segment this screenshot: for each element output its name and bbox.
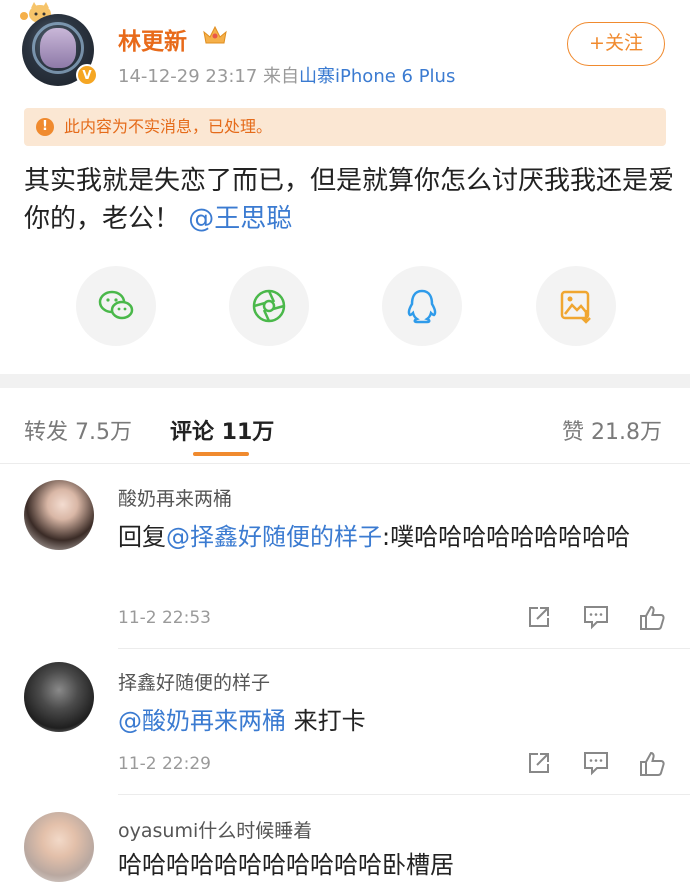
comment-body: 来打卡 bbox=[286, 707, 366, 735]
share-save-image-button[interactable] bbox=[536, 266, 616, 346]
share-qq-button[interactable] bbox=[382, 266, 462, 346]
notice-text: 此内容为不实消息，已处理。 bbox=[64, 117, 273, 136]
section-divider bbox=[0, 374, 690, 388]
comment-mention[interactable]: @酸奶再来两桶 bbox=[118, 707, 286, 735]
comment-divider bbox=[118, 794, 690, 795]
comment-actions bbox=[524, 750, 674, 780]
share-icon[interactable] bbox=[526, 604, 552, 630]
author-name[interactable]: 林更新 bbox=[118, 22, 187, 56]
post-mention[interactable]: @王思聪 bbox=[188, 204, 292, 234]
comment-actions bbox=[524, 604, 674, 634]
tab-repost[interactable]: 转发 7.5万 bbox=[24, 414, 132, 446]
commenter-avatar[interactable] bbox=[24, 662, 94, 732]
comment-text: 哈哈哈哈哈哈哈哈哈哈哈卧槽居 bbox=[118, 846, 658, 884]
post-time: 14-12-29 23:17 bbox=[118, 66, 258, 87]
like-icon[interactable] bbox=[638, 750, 666, 778]
post-text-body: 其实我就是失恋了而已，但是就算你怎么讨厌我我还是爱你的，老公！ bbox=[24, 166, 675, 234]
post-meta: 14-12-29 23:17 来自山寨iPhone 6 Plus bbox=[118, 62, 455, 88]
comment-icon[interactable] bbox=[582, 604, 610, 630]
commenter-name[interactable]: 择鑫好随便的样子 bbox=[118, 668, 270, 695]
share-wechat-button[interactable] bbox=[76, 266, 156, 346]
post-source[interactable]: 山寨iPhone 6 Plus bbox=[299, 66, 455, 87]
post-text: 其实我就是失恋了而已，但是就算你怎么讨厌我我还是爱你的，老公！ @王思聪 bbox=[24, 162, 674, 238]
share-row bbox=[0, 266, 690, 352]
commenter-avatar[interactable] bbox=[24, 480, 94, 550]
commenter-avatar[interactable] bbox=[24, 812, 94, 882]
post-header: V 林更新 14-12-29 23:17 来自山寨iPhone 6 Plus +… bbox=[0, 0, 690, 100]
false-info-notice: ! 此内容为不实消息，已处理。 bbox=[24, 108, 666, 146]
comment-time: 11-2 22:29 bbox=[118, 754, 211, 774]
save-image-icon bbox=[560, 290, 591, 324]
share-moments-button[interactable] bbox=[229, 266, 309, 346]
share-icon[interactable] bbox=[526, 750, 552, 776]
comment-divider bbox=[118, 648, 690, 649]
comment-mention[interactable]: @择鑫好随便的样子 bbox=[166, 523, 382, 551]
crown-icon bbox=[203, 25, 227, 44]
comment-body: :噗哈哈哈哈哈哈哈哈哈 bbox=[382, 523, 631, 551]
wechat-icon bbox=[98, 290, 134, 320]
warning-icon: ! bbox=[36, 118, 54, 136]
tab-like[interactable]: 赞 21.8万 bbox=[562, 414, 662, 446]
comment-text: @酸奶再来两桶 来打卡 bbox=[118, 702, 658, 740]
comment-body: 哈哈哈哈哈哈哈哈哈哈哈卧槽居 bbox=[118, 851, 454, 879]
comment-icon[interactable] bbox=[582, 750, 610, 776]
qq-icon bbox=[407, 289, 437, 324]
commenter-name[interactable]: oyasumi什么时候睡着 bbox=[118, 816, 312, 843]
comment-time: 11-2 22:53 bbox=[118, 608, 211, 628]
active-tab-indicator bbox=[193, 452, 249, 456]
commenter-name[interactable]: 酸奶再来两桶 bbox=[118, 484, 232, 511]
comment-tabs: 转发 7.5万 评论 11万 赞 21.8万 bbox=[0, 388, 690, 464]
source-prefix: 来自 bbox=[263, 66, 300, 87]
like-icon[interactable] bbox=[638, 604, 666, 632]
moments-icon bbox=[252, 289, 286, 323]
follow-button[interactable]: +关注 bbox=[567, 22, 665, 66]
reply-prefix: 回复 bbox=[118, 523, 166, 551]
comment-text: 回复@择鑫好随便的样子:噗哈哈哈哈哈哈哈哈哈 bbox=[118, 518, 658, 556]
tab-comment[interactable]: 评论 11万 bbox=[170, 414, 274, 446]
verified-badge-icon: V bbox=[76, 64, 98, 86]
